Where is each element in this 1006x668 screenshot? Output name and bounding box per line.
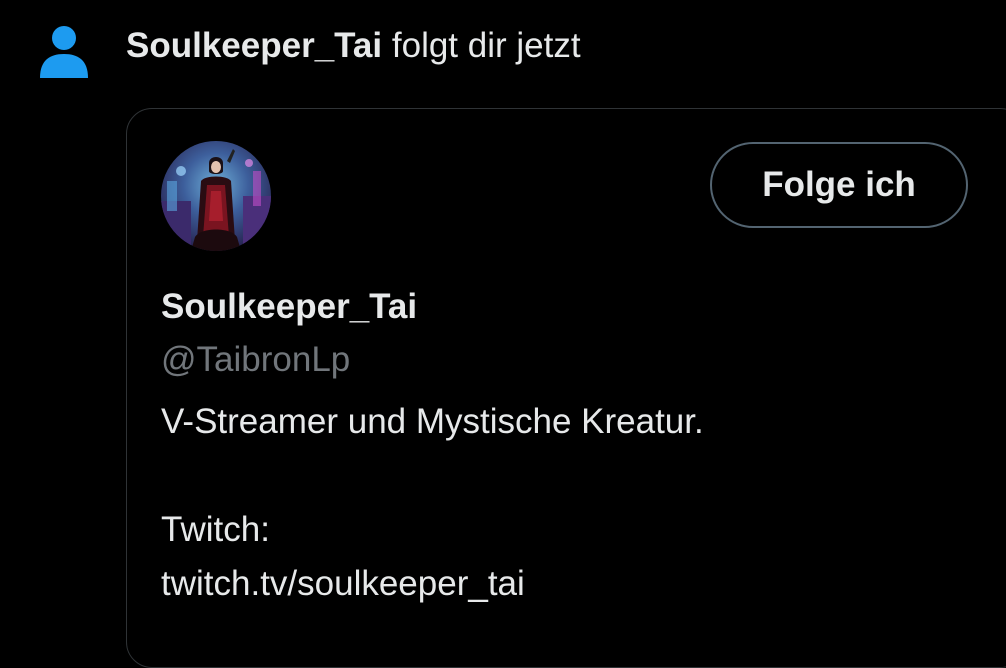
profile-bio: V-Streamer und Mystische Kreatur. Twitch…	[161, 395, 704, 611]
bio-line-description: V-Streamer und Mystische Kreatur.	[161, 402, 704, 441]
person-icon	[40, 26, 88, 78]
bio-twitch-link[interactable]: twitch.tv/soulkeeper_tai	[161, 557, 704, 611]
profile-card[interactable]: Folge ich Soulkeeper_Tai @TaibronLp V-St…	[126, 108, 1006, 668]
bio-spacer	[161, 449, 704, 503]
profile-avatar[interactable]	[161, 141, 271, 251]
bio-line-twitch-label: Twitch:	[161, 510, 270, 549]
avatar-image	[161, 141, 271, 251]
profile-handle[interactable]: @TaibronLp	[161, 338, 350, 382]
notification-text: Soulkeeper_Tai folgt dir jetzt	[126, 24, 581, 68]
notification-action-text: folgt dir jetzt	[391, 26, 581, 65]
follow-notification[interactable]: Soulkeeper_Tai folgt dir jetzt	[0, 0, 1006, 100]
profile-display-name[interactable]: Soulkeeper_Tai	[161, 285, 417, 329]
notification-user-name[interactable]: Soulkeeper_Tai	[126, 26, 382, 65]
following-button[interactable]: Folge ich	[710, 142, 968, 228]
